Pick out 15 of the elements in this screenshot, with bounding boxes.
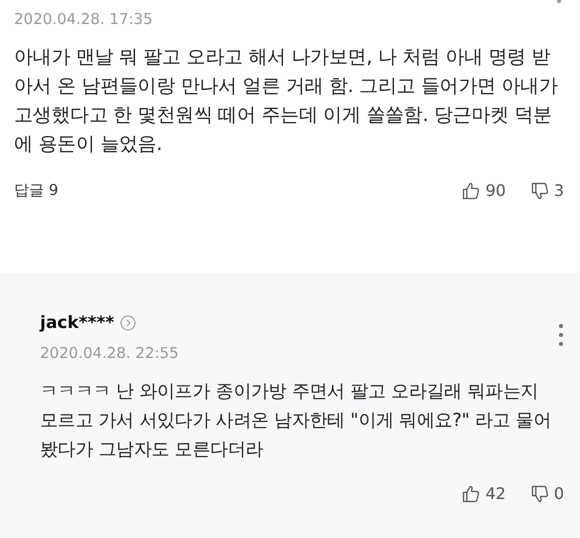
dislike-button[interactable]: 3 [530,178,564,202]
comment-date: 2020.04.28. 17:35 [14,9,154,30]
thumbs-down-icon [530,180,550,200]
thumbs-up-icon [461,484,482,504]
comment-text: 아내가 맨날 뭐 팔고 오라고 해서 나가보면, 나 처럼 아내 명령 받아서 온 남편들이랑 만나서 얼른 거래 함. 그리고 들어가면 아내가 고생했다고 한 몇천원씩 떼어 주는데 이게 쏠쏠함. 당근마켓 덕분에 용돈이 늘었음. [14,44,559,156]
thumbs-up-icon [461,180,482,200]
like-button[interactable]: 90 [461,178,506,202]
dislike-button[interactable]: 0 [530,482,564,506]
username[interactable]: jack**** [40,310,114,336]
thumbs-down-icon [530,484,550,504]
like-button[interactable]: 42 [461,482,506,506]
replies-link[interactable]: 답글 9 [14,179,58,202]
chevron-circle-icon[interactable] [120,315,136,332]
reply-date: 2020.04.28. 22:55 [40,343,180,364]
reply-text: ㅋㅋㅋㅋ 난 와이프가 종이가방 주면서 팔고 오라길래 뭐파는지 모르고 가서 서있다가 사려온 남자한테 "이게 뭐에요?" 라고 물어봤다가 그남자도 모른다더라 [40,380,552,462]
